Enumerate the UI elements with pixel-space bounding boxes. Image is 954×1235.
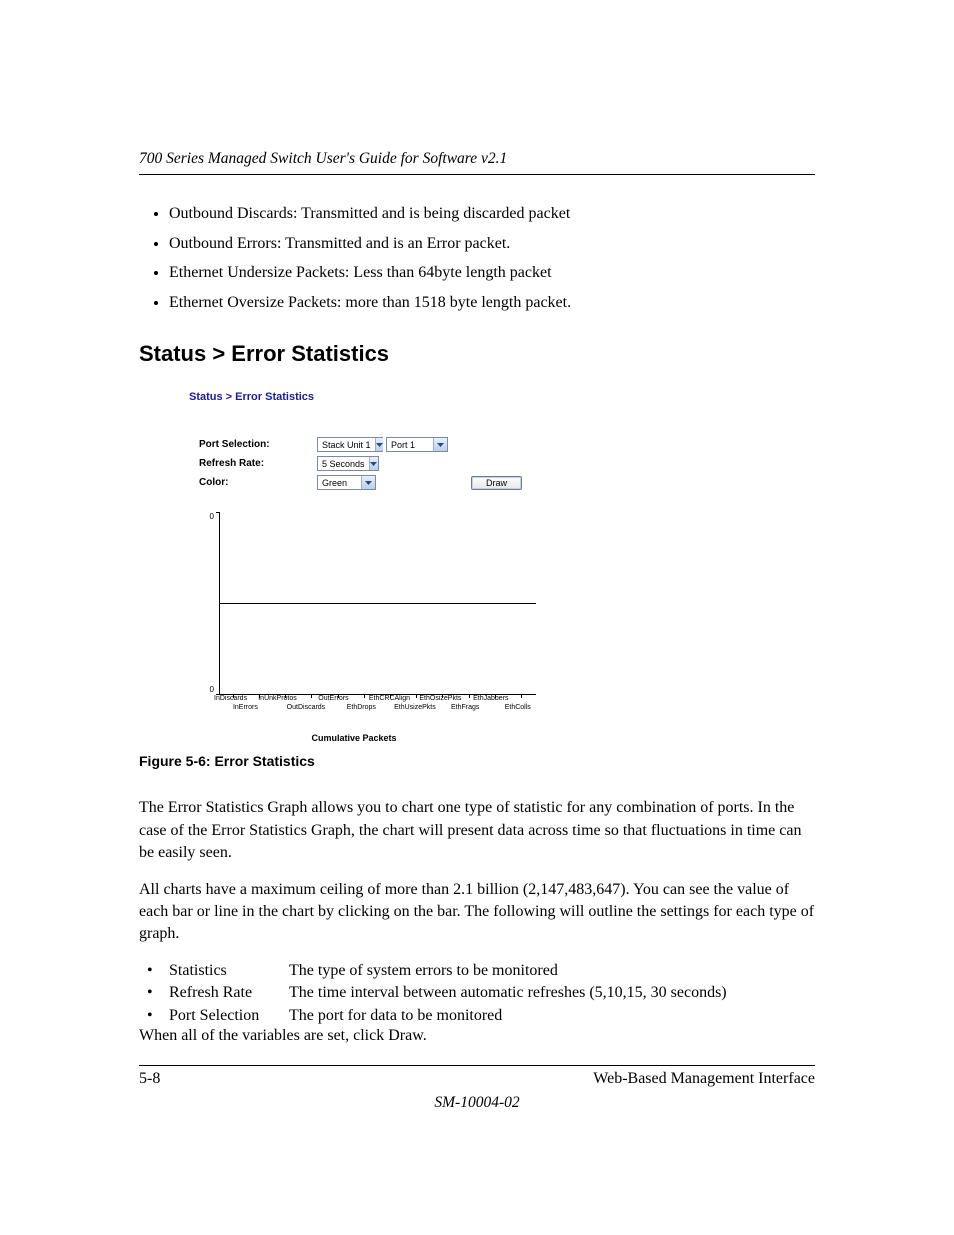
list-item: • Refresh Rate The time interval between… [139, 982, 815, 1004]
color-label: Color: [199, 477, 317, 488]
list-item: • Port Selection The port for data to be… [139, 1005, 815, 1027]
definition-list: • Statistics The type of system errors t… [139, 960, 815, 1027]
body-paragraph: When all of the variables are set, click… [139, 1027, 815, 1045]
page-footer: 5-8 Web-Based Management Interface [139, 1070, 815, 1088]
config-form: Port Selection: Stack Unit 1 Port 1 Refr… [199, 437, 749, 490]
def-term: Statistics [169, 960, 289, 982]
list-item: Ethernet Undersize Packets: Less than 64… [169, 262, 815, 284]
refresh-rate-select[interactable]: 5 Seconds [317, 456, 379, 471]
port-select[interactable]: Port 1 [386, 437, 448, 452]
page-number: 5-8 [139, 1070, 160, 1088]
color-value: Green [322, 478, 357, 488]
x-tick-label: InErrors [233, 704, 258, 711]
y-tick-label: 0 [210, 512, 214, 521]
x-tick-label: EthUsizePkts [394, 704, 436, 711]
x-tick-label: OutErrors [318, 695, 348, 702]
chevron-down-icon [361, 476, 375, 489]
x-tick-label: EthOsizePkts [419, 695, 461, 702]
bullet-icon: • [147, 1005, 169, 1027]
chevron-down-icon [433, 438, 447, 451]
x-tick-label: EthFrags [451, 704, 479, 711]
footer-rule [139, 1065, 815, 1066]
def-desc: The type of system errors to be monitore… [289, 960, 815, 982]
port-selection-label: Port Selection: [199, 439, 317, 450]
figure-inner-title: Status > Error Statistics [189, 391, 749, 403]
bullet-icon: • [147, 960, 169, 982]
list-item: Outbound Errors: Transmitted and is an E… [169, 233, 815, 255]
refresh-rate-value: 5 Seconds [322, 459, 365, 469]
y-tick-label: 0 [210, 685, 214, 694]
x-tick-label: EthJabbers [473, 695, 508, 702]
body-paragraph: The Error Statistics Graph allows you to… [139, 797, 815, 864]
document-id: SM-10004-02 [139, 1094, 815, 1112]
chevron-down-icon [369, 457, 378, 470]
stack-unit-select[interactable]: Stack Unit 1 [317, 437, 383, 452]
def-term: Port Selection [169, 1005, 289, 1027]
x-tick-label: OutDiscards [287, 704, 326, 711]
chevron-down-icon [375, 438, 383, 451]
intro-bullet-list: Outbound Discards: Transmitted and is be… [139, 203, 815, 313]
color-select[interactable]: Green [317, 475, 376, 490]
footer-section: Web-Based Management Interface [593, 1070, 815, 1088]
chart-title: Cumulative Packets [139, 733, 569, 743]
y-axis: 0 0 [199, 512, 219, 694]
x-tick-label: EthColls [505, 704, 531, 711]
x-tick-label: InDiscards [214, 695, 247, 702]
def-term: Refresh Rate [169, 982, 289, 1004]
list-item: Outbound Discards: Transmitted and is be… [169, 203, 815, 225]
body-paragraph: All charts have a maximum ceiling of mor… [139, 879, 815, 946]
port-value: Port 1 [391, 440, 429, 450]
header-rule [139, 174, 815, 175]
list-item: Ethernet Oversize Packets: more than 151… [169, 292, 815, 314]
list-item: • Statistics The type of system errors t… [139, 960, 815, 982]
x-tick-label: EthDrops [347, 704, 376, 711]
figure-caption: Figure 5-6: Error Statistics [139, 753, 815, 769]
figure-error-statistics: Status > Error Statistics Port Selection… [189, 391, 749, 743]
chart-area: 0 0 [199, 512, 749, 695]
stack-unit-value: Stack Unit 1 [322, 440, 371, 450]
chart-plot[interactable] [219, 512, 536, 695]
bullet-icon: • [147, 982, 169, 1004]
x-axis-labels: InDiscards InErrors InUnkProtos OutDisca… [214, 695, 530, 713]
running-header: 700 Series Managed Switch User's Guide f… [139, 150, 815, 168]
refresh-rate-label: Refresh Rate: [199, 458, 317, 469]
def-desc: The time interval between automatic refr… [289, 982, 815, 1004]
def-desc: The port for data to be monitored [289, 1005, 815, 1027]
draw-button[interactable]: Draw [471, 476, 522, 490]
x-tick-label: InUnkProtos [258, 695, 297, 702]
x-tick-label: EthCRCAlign [369, 695, 410, 702]
section-heading: Status > Error Statistics [139, 341, 815, 367]
